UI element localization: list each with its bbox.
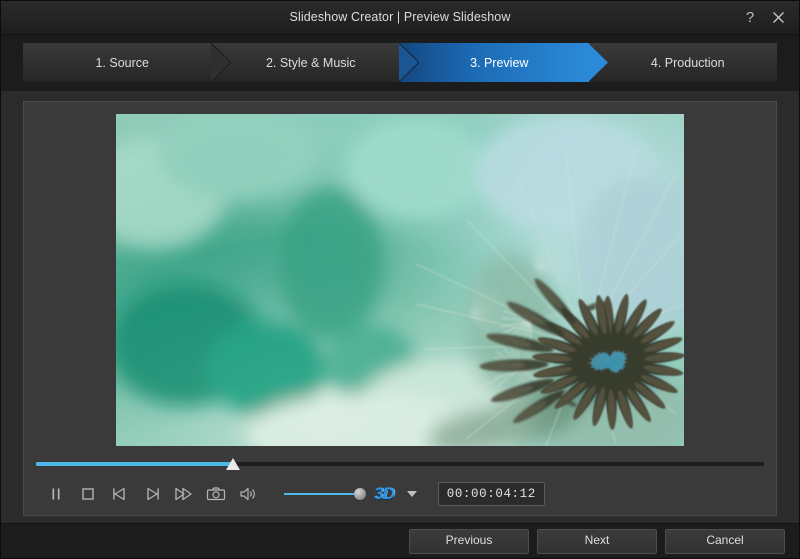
chevron-down-icon [406, 491, 417, 497]
fast-forward-icon [175, 487, 192, 501]
pause-icon [52, 488, 60, 500]
next-frame-button[interactable] [136, 481, 168, 507]
scrubber-handle[interactable] [225, 458, 240, 470]
window-controls: ? [737, 1, 791, 34]
scrubber-progress-fill [36, 462, 233, 466]
slideshow-creator-window: Slideshow Creator | Preview Slideshow ? … [0, 0, 800, 559]
step-label: 4. Production [650, 55, 725, 70]
previous-frame-icon [113, 487, 125, 501]
camera-icon [206, 487, 226, 501]
stop-icon [82, 488, 94, 500]
stop-button[interactable] [72, 481, 104, 507]
volume-button[interactable] [232, 481, 264, 507]
question-mark-icon: ? [745, 9, 755, 26]
volume-track[interactable] [284, 493, 356, 495]
dialog-footer: Previous Next Cancel [1, 523, 799, 558]
slide-image [116, 114, 684, 446]
fast-forward-button[interactable] [168, 481, 200, 507]
preview-main-area: 3D 00:00:04:12 [1, 91, 799, 523]
previous-frame-button[interactable] [104, 481, 136, 507]
playback-button-row: 3D 00:00:04:12 [34, 479, 766, 509]
step-label: 3. Preview [470, 55, 529, 70]
close-icon [772, 12, 784, 23]
video-stage [24, 102, 776, 447]
next-frame-icon [147, 487, 159, 501]
close-button[interactable] [765, 5, 791, 31]
speaker-icon [240, 487, 255, 501]
wizard-steps-container: 1. Source 2. Style & Music 3. Preview 4.… [1, 35, 799, 91]
step-label: 1. Source [95, 55, 149, 70]
wizard-steps: 1. Source 2. Style & Music 3. Preview 4.… [23, 43, 777, 82]
playback-scrubber[interactable] [36, 453, 764, 475]
preview-panel: 3D 00:00:04:12 [23, 101, 777, 516]
title-bar: Slideshow Creator | Preview Slideshow ? [1, 1, 799, 35]
next-button[interactable]: Next [537, 528, 657, 554]
video-preview[interactable] [116, 114, 684, 446]
step-2-style-and-music[interactable]: 2. Style & Music [211, 43, 419, 82]
step-1-source[interactable]: 1. Source [23, 43, 231, 82]
toggle-3d-button[interactable]: 3D [374, 484, 395, 504]
transport-controls: 3D 00:00:04:12 [24, 447, 776, 515]
step-label: 2. Style & Music [265, 55, 356, 70]
cancel-button[interactable]: Cancel [665, 528, 785, 554]
3d-options-dropdown[interactable] [404, 484, 420, 504]
volume-knob[interactable] [354, 488, 366, 500]
volume-slider[interactable] [282, 481, 368, 507]
previous-button[interactable]: Previous [409, 528, 529, 554]
timecode-field[interactable]: 00:00:04:12 [437, 482, 545, 506]
step-4-production[interactable]: 4. Production [588, 43, 777, 82]
help-button[interactable]: ? [737, 5, 763, 31]
step-3-preview[interactable]: 3. Preview [400, 43, 608, 82]
snapshot-button[interactable] [200, 481, 232, 507]
pause-button[interactable] [40, 481, 72, 507]
window-title: Slideshow Creator | Preview Slideshow [289, 10, 511, 24]
